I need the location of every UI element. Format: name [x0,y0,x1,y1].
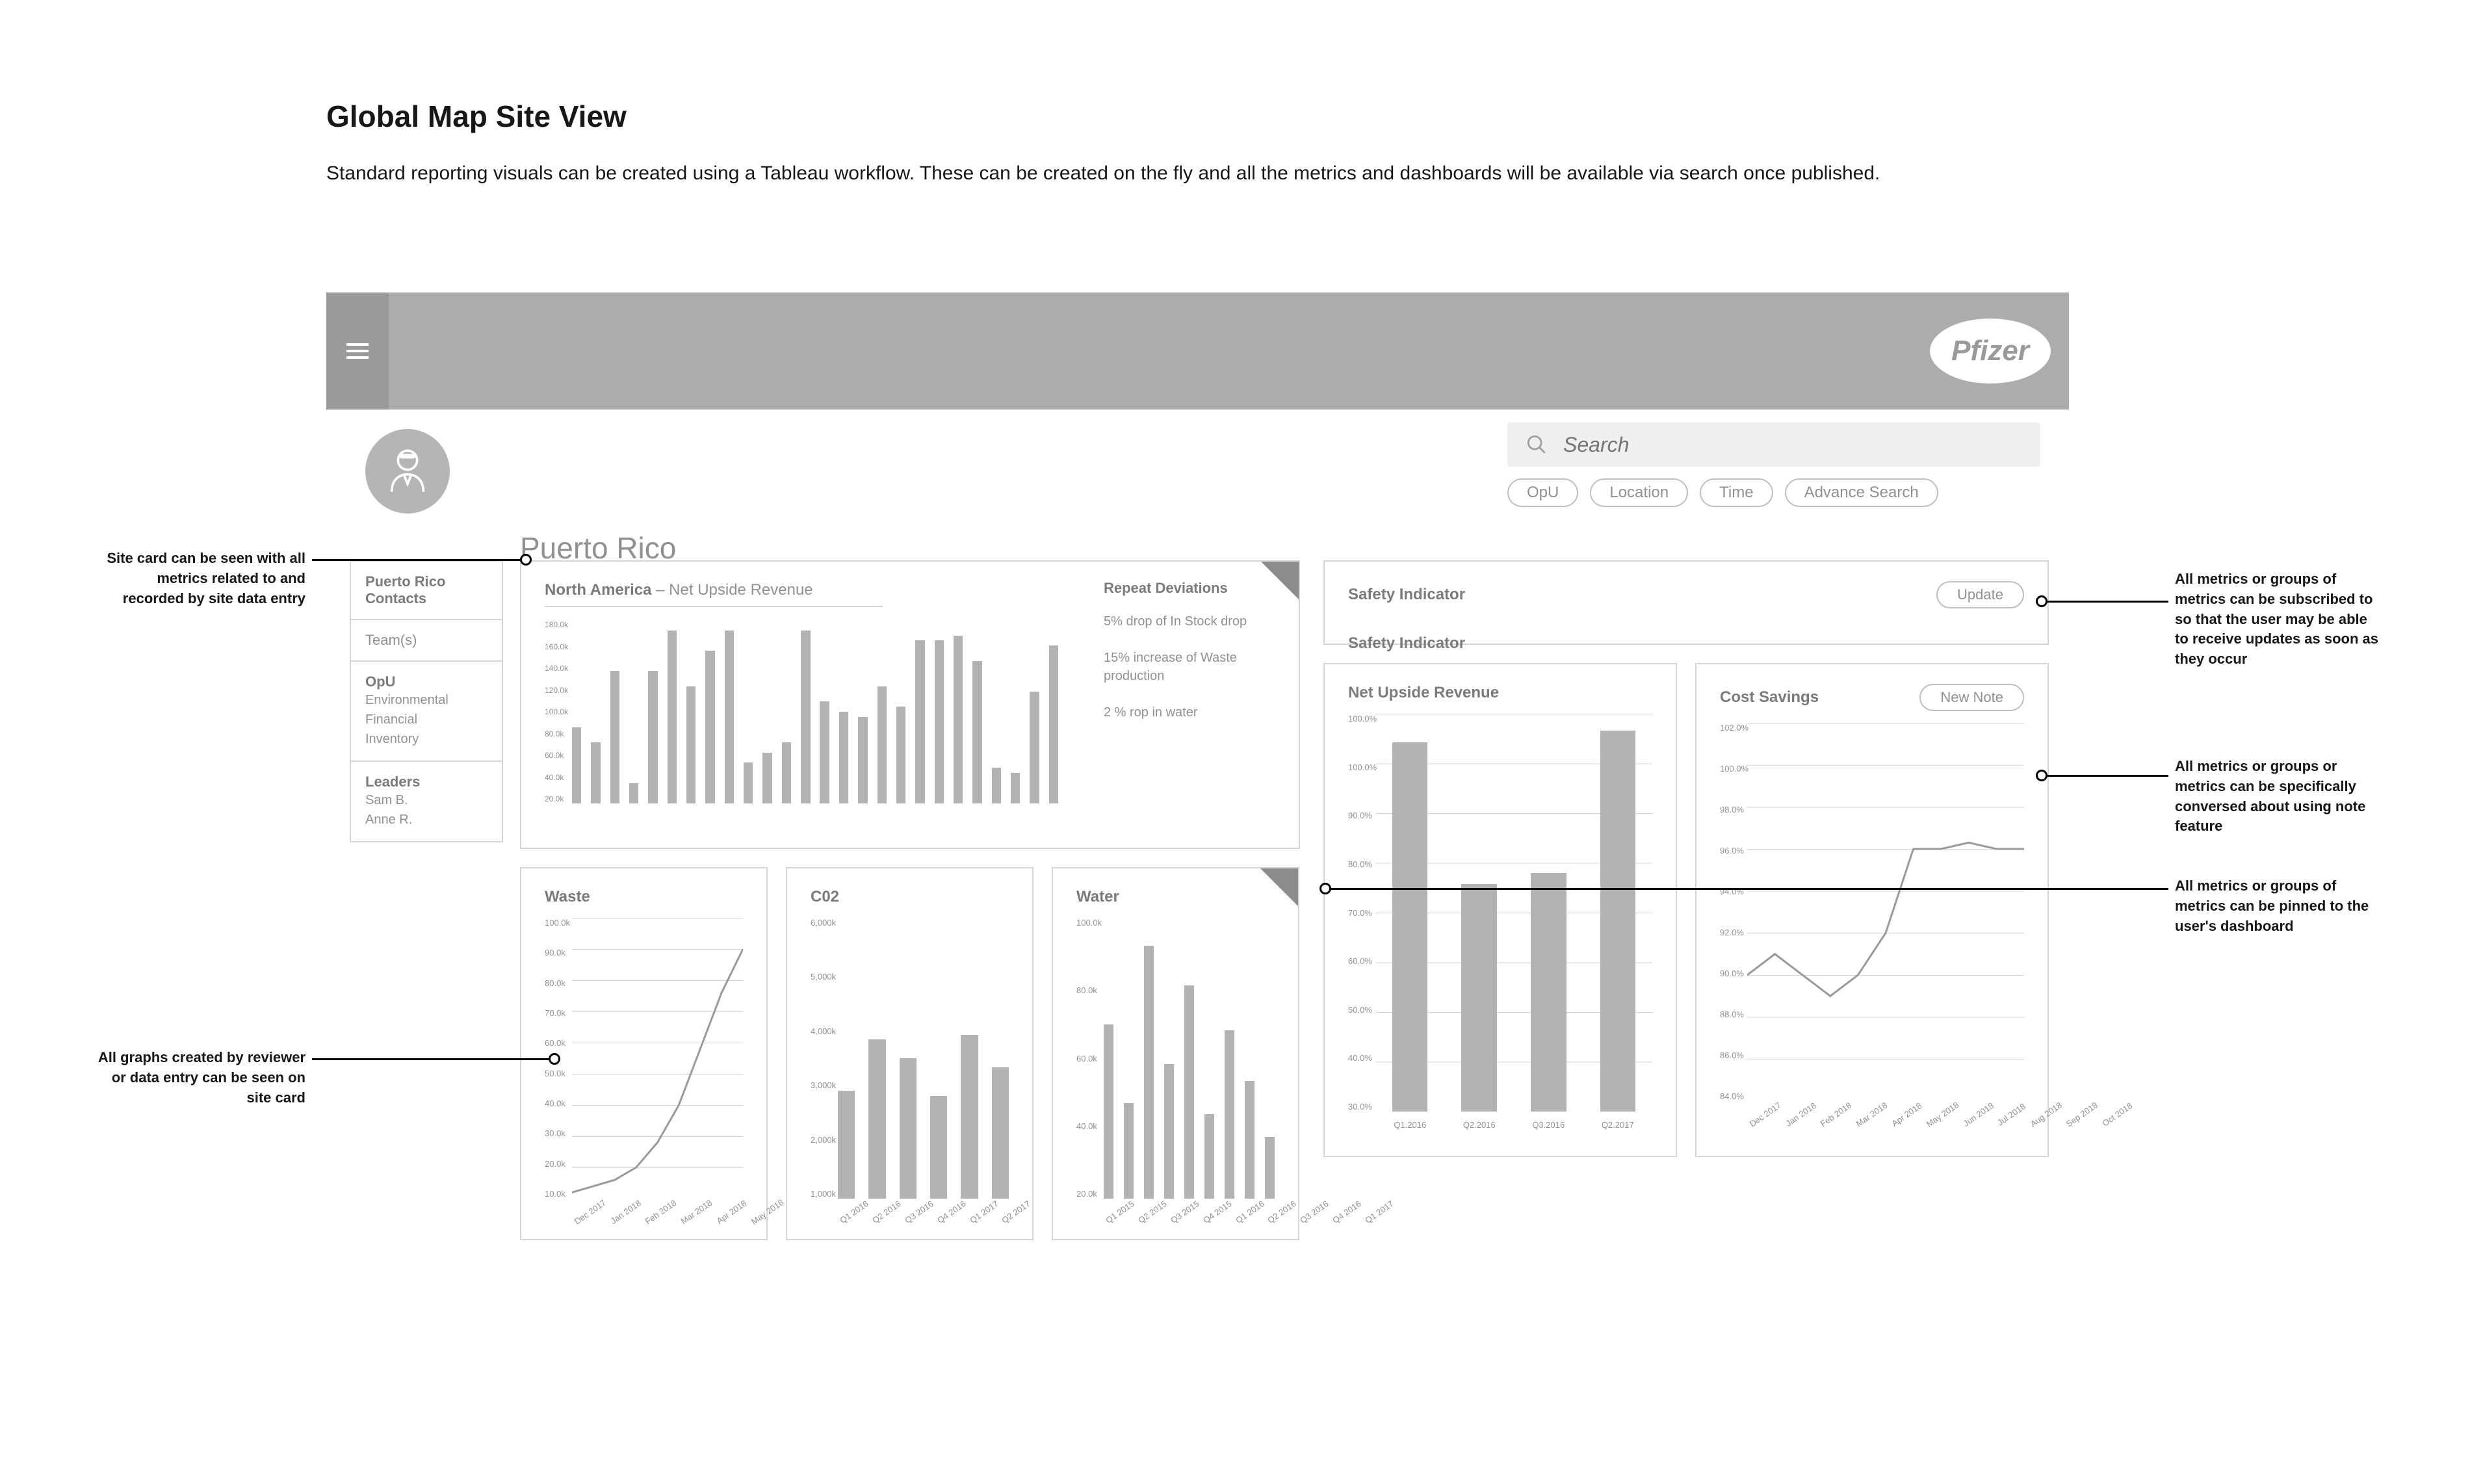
co2-bars [838,918,1009,1199]
contacts-leaders-label: Leaders [365,774,488,790]
safety-indicator-panel[interactable]: Safety Indicator Update Safety Indicator [1323,560,2049,645]
net-upside-panel[interactable]: Net Upside Revenue 100.0%100.0%90.0%80.0… [1323,663,1677,1157]
new-note-button[interactable]: New Note [1919,684,2024,711]
page-subtitle: Standard reporting visuals can be create… [326,163,2210,185]
hamburger-icon [346,343,369,359]
user-support-icon [382,446,433,497]
contacts-card: Puerto RicoContacts Team(s) OpU Environm… [350,560,503,842]
water-bars [1104,918,1275,1199]
filter-chip-location[interactable]: Location [1590,478,1688,507]
co2-chart-panel[interactable]: C02 6,000k5,000k4,000k3,000k2,000k1,000k… [786,867,1034,1240]
annotation-notes: All metrics or groups or metrics can be … [2175,757,2383,837]
filter-chip-advance[interactable]: Advance Search [1785,478,1938,507]
water-chart-panel[interactable]: Water 100.0k80.0k60.0k40.0k20.0k Q1 2015… [1052,867,1299,1240]
annotation-pin: All metrics or groups of metrics can be … [2175,876,2383,936]
waste-line [572,918,743,1199]
main-chart-y-axis: 180.0k160.0k140.0k120.0k100.0k80.0k60.0k… [545,620,568,803]
brand-logo: Pfizer [1930,319,2051,384]
update-button[interactable]: Update [1936,581,2024,608]
main-chart-bars [572,620,1058,803]
page-title: Global Map Site View [326,99,627,134]
deviations-list: Repeat Deviations 5% drop of In Stock dr… [1104,580,1279,740]
annotation-graphs: All graphs created by reviewer or data e… [98,1048,306,1108]
filter-chip-opu[interactable]: OpU [1507,478,1578,507]
annotation-site-card: Site card can be seen with all metrics r… [98,549,306,608]
app-frame: Pfizer OpU Location Time Advance Search [326,293,2069,410]
contacts-teams-label: Team(s) [365,632,417,648]
cost-savings-panel[interactable]: Cost Savings New Note 102.0%100.0%98.0%9… [1695,663,2049,1157]
search-box[interactable] [1507,423,2040,467]
contacts-opu-label: OpU [365,673,488,690]
main-chart-panel[interactable]: North America – Net Upside Revenue 180.0… [520,560,1300,849]
filter-chip-time[interactable]: Time [1700,478,1773,507]
net-upside-bars [1375,714,1652,1112]
pin-corner-icon[interactable] [1260,868,1298,906]
hamburger-menu-button[interactable] [326,293,389,410]
cost-savings-line [1747,723,2024,1101]
top-bar: Pfizer [326,293,2069,410]
search-icon [1526,434,1548,456]
avatar[interactable] [365,429,450,514]
annotation-subscribe: All metrics or groups of metrics can be … [2175,569,2383,670]
search-input[interactable] [1562,432,2022,458]
